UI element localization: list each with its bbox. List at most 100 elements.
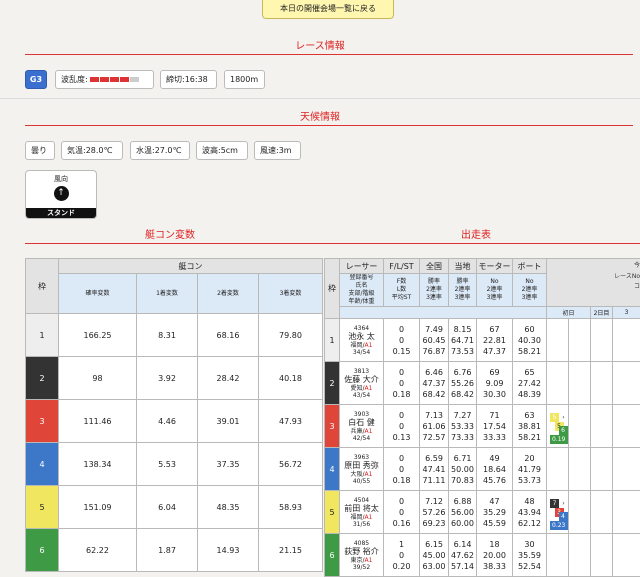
racer-age-weight: 31/56 xyxy=(340,521,383,528)
wave-meter-segment xyxy=(110,77,119,82)
flst-cell: 000.15 xyxy=(384,319,420,362)
boat-motor-value: 6.04 xyxy=(137,486,198,529)
entry-row: 54504前田 将太福岡/A131/56000.167.1257.2669.23… xyxy=(325,491,640,534)
racer-branch-class: 福岡/A1 xyxy=(340,342,383,349)
boat-motor-value: 1.87 xyxy=(137,529,198,572)
recent-st-line: 60.19 xyxy=(550,426,569,444)
racer-cell: 4085荻野 裕介東京/A139/52 xyxy=(340,534,384,577)
waku-cell: 2 xyxy=(26,357,59,400)
boat-motor-value: 5.53 xyxy=(137,443,198,486)
recent-header-course: コ xyxy=(634,281,640,290)
motor-cell-value: 33.33 xyxy=(477,432,512,443)
racer-cell: 3813佐藤 大介愛知/A143/54 xyxy=(340,362,384,405)
recent-result-cell xyxy=(569,362,591,405)
weather-divider xyxy=(25,125,633,126)
recent-result-cell xyxy=(569,319,591,362)
local-cell-value: 7.27 xyxy=(449,410,476,421)
national-cell-value: 7.49 xyxy=(420,324,448,335)
boat-cell-value: 27.42 xyxy=(513,378,546,389)
national-cell-value: 45.00 xyxy=(420,550,448,561)
entry-waku-cell: 3 xyxy=(325,405,340,448)
flst-cell-value: 0.20 xyxy=(384,561,419,572)
racer-branch-class: 兵庫/A1 xyxy=(340,428,383,435)
racer-age-weight: 42/54 xyxy=(340,435,383,442)
national-cell-value: 68.42 xyxy=(420,389,448,400)
boat-motor-row: 3111.464.4639.0147.93 xyxy=(26,400,323,443)
boat-cell-value: 60 xyxy=(513,324,546,335)
air-temp-chip: 気温:28.0℃ xyxy=(61,141,123,160)
local-cell: 6.8856.0060.00 xyxy=(449,491,477,534)
racer-name: 原田 秀弥 xyxy=(340,461,383,471)
boat-cell: 3035.5952.54 xyxy=(513,534,547,577)
recent-result-cell xyxy=(591,534,613,577)
racer-branch: 愛知/ xyxy=(351,385,365,392)
local-cell-value: 55.26 xyxy=(449,378,476,389)
boat-motor-value: 21.15 xyxy=(259,529,323,572)
motor-cell-value: 35.29 xyxy=(477,507,512,518)
racer-branch: 福岡/ xyxy=(351,342,365,349)
racer-branch-class: 東京/A1 xyxy=(340,557,383,564)
local-cell-value: 57.14 xyxy=(449,561,476,572)
deadline-chip: 締切:16:38 xyxy=(160,70,217,89)
entry-row: 64085荻野 裕介東京/A139/52100.206.1545.0063.00… xyxy=(325,534,640,577)
motor-cell-value: 18.64 xyxy=(477,464,512,475)
racer-subheader-line: 支部/階級 xyxy=(340,290,383,298)
boat-subheader-line: No xyxy=(513,278,546,286)
local-cell-value: 64.71 xyxy=(449,335,476,346)
boat-motor-value: 40.18 xyxy=(259,357,323,400)
national-header: 全国 xyxy=(420,259,449,274)
boat-motor-value: 58.93 xyxy=(259,486,323,529)
flst-cell-value: 0 xyxy=(384,421,419,432)
national-cell-value: 6.15 xyxy=(420,539,448,550)
boat-cell-value: 52.54 xyxy=(513,561,546,572)
distance-chip: 1800m xyxy=(224,70,265,89)
local-cell-value: 6.88 xyxy=(449,496,476,507)
boat-motor-value: 39.01 xyxy=(198,400,259,443)
flst-cell-value: 0 xyxy=(384,335,419,346)
boat-motor-title: 艇コン変数 xyxy=(145,226,195,241)
boat-cell-value: 35.59 xyxy=(513,550,546,561)
boat-cell-value: 48.39 xyxy=(513,389,546,400)
boat-motor-value: 8.31 xyxy=(137,314,198,357)
motor-cell-value: 20.00 xyxy=(477,550,512,561)
local-cell: 6.7150.0070.83 xyxy=(449,448,477,491)
motor-subheader-line: No xyxy=(477,278,512,286)
boat-cell-value: 38.81 xyxy=(513,421,546,432)
recent-result-cell xyxy=(591,319,613,362)
national-cell: 6.1545.0063.00 xyxy=(420,534,449,577)
race-info-divider xyxy=(25,54,633,55)
local-cell-value: 47.62 xyxy=(449,550,476,561)
recent-race-no: 5 xyxy=(550,413,559,422)
flst-cell-value: 0 xyxy=(384,507,419,518)
chevron-right-icon: › xyxy=(559,413,568,422)
recent-result-cell xyxy=(547,319,569,362)
waku-cell: 4 xyxy=(26,443,59,486)
flst-cell-value: 0 xyxy=(384,324,419,335)
local-cell-value: 73.53 xyxy=(449,346,476,357)
wind-direction-panel: 風向 ↑ スタンド xyxy=(25,170,97,219)
racer-age-weight: 43/54 xyxy=(340,392,383,399)
race-info-title: レース情報 xyxy=(0,37,640,52)
boat-motor-value: 111.46 xyxy=(59,400,137,443)
racer-class: A1 xyxy=(365,471,373,478)
national-cell-value: 60.45 xyxy=(420,335,448,346)
boat-motor-row: 4138.345.5337.3556.72 xyxy=(26,443,323,486)
boat-cell-value: 65 xyxy=(513,367,546,378)
recent-result-cell xyxy=(569,448,591,491)
flst-cell: 000.18 xyxy=(384,362,420,405)
boat-motor-col-header: 2着変数 xyxy=(198,274,259,314)
motor-cell-value: 17.54 xyxy=(477,421,512,432)
motor-subheader-line: 3連率 xyxy=(477,294,512,302)
boat-subheader: No2連率3連率 xyxy=(513,274,547,307)
national-cell-value: 63.00 xyxy=(420,561,448,572)
water-temp-chip: 水温:27.0℃ xyxy=(130,141,190,160)
flst-cell-value: 0.16 xyxy=(384,518,419,529)
boat-motor-row: 662.221.8714.9321.15 xyxy=(26,529,323,572)
national-cell: 7.1361.0672.57 xyxy=(420,405,449,448)
boat-cell-value: 62.12 xyxy=(513,518,546,529)
back-to-venues-button[interactable]: 本日の開催会場一覧に戻る xyxy=(262,0,394,19)
wave-meter xyxy=(90,75,140,84)
racer-branch: 兵庫/ xyxy=(351,428,365,435)
boat-header: ボート xyxy=(513,259,547,274)
recent-result-cell xyxy=(547,534,569,577)
